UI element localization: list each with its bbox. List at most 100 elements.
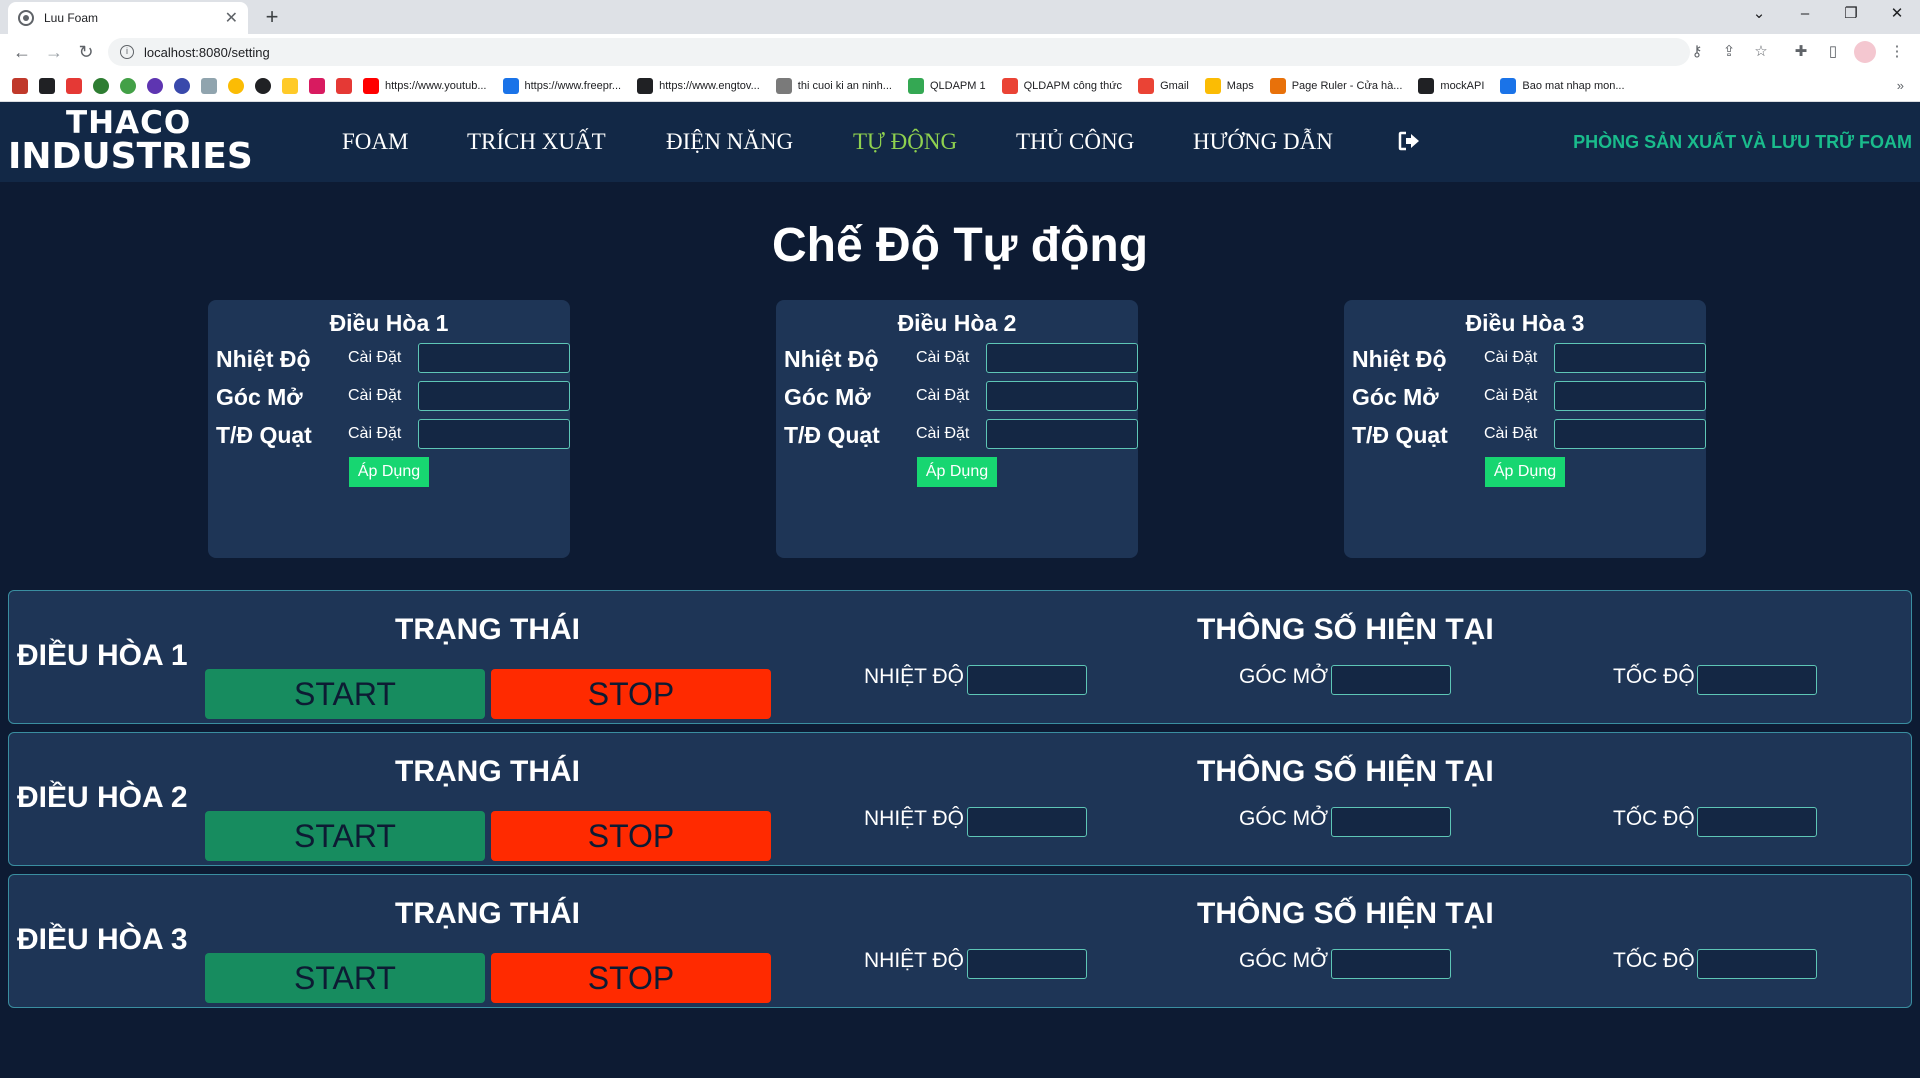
reload-icon[interactable]: ↻ [72, 38, 100, 66]
speed-label: TỐC ĐỘ [1613, 807, 1695, 830]
key-icon[interactable]: ⚷ [1686, 41, 1708, 63]
current-speed-field[interactable] [1697, 949, 1817, 979]
thaco-logo[interactable]: THACO INDUSTRIES [8, 108, 253, 175]
setting-row-temperature: Nhiệt Độ Cài Đặt [784, 343, 1138, 373]
github-icon[interactable] [255, 77, 271, 94]
angle-setting-input[interactable] [418, 381, 570, 411]
bookmark-link[interactable]: QLDAPM công thức [1001, 77, 1122, 94]
bookmark-star-icon[interactable]: ☆ [1750, 41, 1772, 63]
bookmark-link[interactable]: Bao mat nhap mon... [1500, 77, 1625, 94]
stop-button[interactable]: STOP [491, 953, 771, 1003]
site-info-icon[interactable]: i [120, 45, 134, 59]
bookmark-app-icon[interactable] [174, 77, 190, 94]
current-speed-field[interactable] [1697, 807, 1817, 837]
share-icon[interactable]: ⇪ [1718, 41, 1740, 63]
side-panel-icon[interactable]: ▯ [1822, 41, 1844, 63]
bookmark-app-icon[interactable] [336, 77, 352, 94]
current-speed-field[interactable] [1697, 665, 1817, 695]
bookmark-app-icon[interactable] [93, 77, 109, 94]
angle-setting-input[interactable] [1554, 381, 1706, 411]
forward-arrow-icon[interactable]: → [40, 38, 68, 66]
bookmark-favicon-icon [637, 77, 654, 94]
temperature-setting-input[interactable] [418, 343, 570, 373]
new-tab-button[interactable]: + [258, 4, 286, 32]
bookmark-favicon-icon [775, 77, 792, 94]
stop-button[interactable]: STOP [491, 811, 771, 861]
start-button[interactable]: START [205, 669, 485, 719]
profile-avatar[interactable] [1854, 41, 1876, 63]
setting-label: Góc Mở [216, 384, 303, 410]
close-tab-icon[interactable]: ✕ [225, 8, 238, 28]
unit-name: ĐIỀU HÒA 1 [17, 639, 188, 672]
apply-button[interactable]: Áp Dụng [917, 457, 997, 487]
back-arrow-icon[interactable]: ← [8, 38, 36, 66]
bookmarks-more-icon[interactable]: » [1897, 78, 1904, 93]
start-button[interactable]: START [205, 811, 485, 861]
apply-button[interactable]: Áp Dụng [349, 457, 429, 487]
bookmark-link[interactable]: https://www.youtub... [363, 77, 487, 94]
fan-speed-setting-input[interactable] [986, 419, 1138, 449]
bookmark-app-icon[interactable] [282, 77, 298, 94]
current-temp-field[interactable] [967, 807, 1087, 837]
set-label: Cài Đặt [1484, 349, 1538, 366]
apply-button[interactable]: Áp Dụng [1485, 457, 1565, 487]
setting-label: T/Đ Quạt [216, 422, 312, 448]
params-heading: THÔNG SỐ HIỆN TẠI [1197, 755, 1494, 788]
bookmark-app-icon[interactable] [66, 77, 82, 94]
restore-icon[interactable]: ❐ [1828, 0, 1874, 30]
start-button[interactable]: START [205, 953, 485, 1003]
angle-setting-input[interactable] [986, 381, 1138, 411]
window-close-icon[interactable]: ✕ [1874, 0, 1920, 30]
nav-foam[interactable]: FOAM [342, 129, 408, 155]
bookmark-app-icon[interactable] [147, 77, 163, 94]
nav-trich-xuat[interactable]: TRÍCH XUẤT [467, 129, 606, 155]
bookmark-link[interactable]: mockAPI [1418, 77, 1484, 94]
bookmark-link[interactable]: QLDAPM 1 [907, 77, 986, 94]
bookmark-link[interactable]: Page Ruler - Cửa hà... [1269, 77, 1402, 94]
current-angle-field[interactable] [1331, 949, 1451, 979]
bookmark-link[interactable]: https://www.freepr... [502, 77, 621, 94]
bookmark-favicon-icon [907, 77, 924, 94]
bookmark-favicon-icon [1269, 77, 1286, 94]
nav-huong-dan[interactable]: HƯỚNG DẪN [1193, 129, 1333, 155]
bookmark-link[interactable]: thi cuoi ki an ninh... [775, 77, 892, 94]
nav-tu-dong[interactable]: TỰ ĐỘNG [853, 129, 957, 155]
nav-thu-cong[interactable]: THỦ CÔNG [1016, 129, 1134, 155]
stop-button[interactable]: STOP [491, 669, 771, 719]
extensions-icon[interactable]: ✚ [1790, 41, 1812, 63]
more-menu-icon[interactable]: ⋮ [1886, 41, 1908, 63]
current-temp-field[interactable] [967, 949, 1087, 979]
temp-label: NHIỆT ĐỘ [864, 949, 964, 972]
current-angle-field[interactable] [1331, 665, 1451, 695]
temperature-setting-input[interactable] [986, 343, 1138, 373]
bookmark-app-icon[interactable] [309, 77, 325, 94]
bookmark-label: Bao mat nhap mon... [1522, 79, 1625, 92]
bookmark-link[interactable]: Maps [1204, 77, 1254, 94]
logout-icon[interactable] [1398, 131, 1420, 151]
setting-label: T/Đ Quạt [784, 422, 880, 448]
current-temp-field[interactable] [967, 665, 1087, 695]
bookmark-app-icon[interactable] [12, 77, 28, 94]
fan-speed-setting-input[interactable] [418, 419, 570, 449]
page-title: Chế Độ Tự động [771, 219, 1149, 272]
setting-row-fan-speed: T/Đ Quạt Cài Đặt [216, 419, 570, 449]
bookmark-app-icon[interactable] [39, 77, 55, 94]
bookmark-link[interactable]: https://www.engtov... [637, 77, 760, 94]
current-angle-field[interactable] [1331, 807, 1451, 837]
browser-tab[interactable]: Luu Foam ✕ [8, 2, 248, 34]
tab-search-chevron-icon[interactable]: ⌄ [1736, 0, 1782, 30]
nav-dien-nang[interactable]: ĐIỆN NĂNG [666, 129, 793, 155]
bookmark-app-icon[interactable] [201, 77, 217, 94]
bookmark-app-icon[interactable] [228, 77, 244, 94]
minimize-icon[interactable]: – [1782, 0, 1828, 30]
address-bar[interactable]: i localhost:8080/setting [108, 38, 1690, 66]
params-heading: THÔNG SỐ HIỆN TẠI [1197, 613, 1494, 646]
setting-label: Góc Mở [1352, 384, 1439, 410]
unit-name: ĐIỀU HÒA 3 [17, 923, 188, 956]
angle-label: GÓC MỞ [1239, 665, 1329, 688]
temperature-setting-input[interactable] [1554, 343, 1706, 373]
bookmark-app-icon[interactable] [120, 77, 136, 94]
unit-name: ĐIỀU HÒA 2 [17, 781, 188, 814]
fan-speed-setting-input[interactable] [1554, 419, 1706, 449]
bookmark-link[interactable]: Gmail [1138, 77, 1189, 94]
